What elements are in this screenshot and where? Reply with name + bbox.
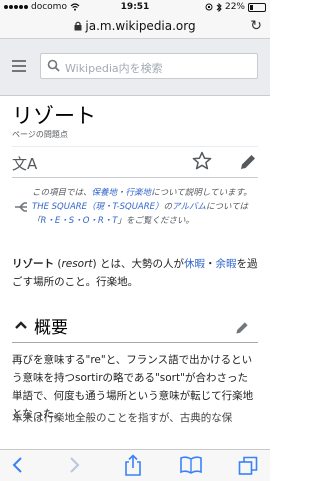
intro-text: ) とは、大勢の人が [92, 258, 184, 270]
hatnote-link-korakuchi[interactable]: 行楽地 [126, 188, 152, 198]
url-text: ja.m.wikipedia.org [85, 19, 196, 33]
search-icon [47, 59, 60, 72]
hatnote-part: について説明しています。 [151, 188, 252, 198]
search-input[interactable]: Wikipedia内を検索 [40, 53, 258, 79]
battery-percent: 22% [224, 2, 245, 12]
page-title: リゾート [12, 104, 96, 128]
section-edit-icon[interactable] [234, 320, 250, 336]
status-bar: docomo 19:51 22% [0, 0, 270, 16]
edit-pencil-icon[interactable] [238, 152, 258, 172]
section-paragraph-partial: 本来は行楽地全般のことを指すが、古典的な保 [12, 412, 233, 424]
reload-icon[interactable]: ↻ [250, 18, 262, 34]
hatnote-link-album[interactable]: アルバム [172, 202, 206, 212]
bookmarks-icon[interactable] [180, 456, 202, 474]
chevron-up-icon[interactable] [14, 320, 28, 330]
forward-icon[interactable] [68, 456, 82, 474]
hatnote-link-the-square[interactable]: THE SQUARE（現・T-SQUARE） [32, 202, 164, 212]
intro-paragraph: リゾート (resort) とは、大勢の人が休暇・余暇を過ごす場所のこと。行楽地… [12, 255, 258, 291]
intro-text: ・ [204, 258, 216, 270]
hatnote-link-resort-album[interactable]: R・E・S・O・R・T [41, 216, 118, 226]
section-title: 概要 [34, 318, 68, 338]
battery-fill [250, 4, 253, 10]
back-icon[interactable] [10, 456, 24, 474]
link-kyuka[interactable]: 休暇 [184, 258, 205, 270]
bluetooth-icon [216, 2, 222, 12]
link-yoka[interactable]: 余暇 [215, 258, 236, 270]
status-right: 22% [205, 2, 266, 12]
orientation-lock-icon [205, 3, 213, 11]
hatnote-part: の [163, 202, 173, 212]
page-actions-bar: 文A [12, 146, 258, 178]
hatnote-part: この項目では、 [32, 188, 92, 198]
language-icon[interactable]: 文A [12, 153, 37, 174]
intro-english-term: resort [61, 258, 93, 270]
share-icon[interactable] [124, 454, 142, 476]
menu-icon[interactable] [12, 60, 26, 75]
section-heading-gaiyo[interactable]: 概要 [12, 312, 258, 343]
battery-icon [248, 2, 266, 12]
page-issues-link[interactable]: ページの問題点 [12, 129, 68, 140]
hatnote: この項目では、保養地・行楽地について説明しています。 THE SQUARE（現・T… [12, 186, 258, 232]
tabs-icon[interactable] [238, 456, 258, 476]
hatnote-part: 」をご覧ください。 [117, 216, 194, 226]
browser-toolbar [0, 449, 270, 481]
intro-bold-term: リゾート [12, 258, 54, 270]
url-display[interactable]: ja.m.wikipedia.org [0, 19, 270, 33]
hatnote-text: この項目では、保養地・行楽地について説明しています。 THE SQUARE（現・T… [32, 186, 258, 228]
hatnote-part: ・ [117, 188, 126, 198]
watch-star-icon[interactable] [192, 151, 212, 171]
address-bar[interactable]: ja.m.wikipedia.org ↻ [0, 16, 270, 39]
search-placeholder: Wikipedia内を検索 [65, 62, 163, 75]
disambiguation-icon [15, 202, 27, 212]
lock-icon [74, 21, 82, 31]
wiki-header: Wikipedia内を検索 [0, 39, 270, 96]
hatnote-link-hoyochi[interactable]: 保養地 [92, 188, 118, 198]
